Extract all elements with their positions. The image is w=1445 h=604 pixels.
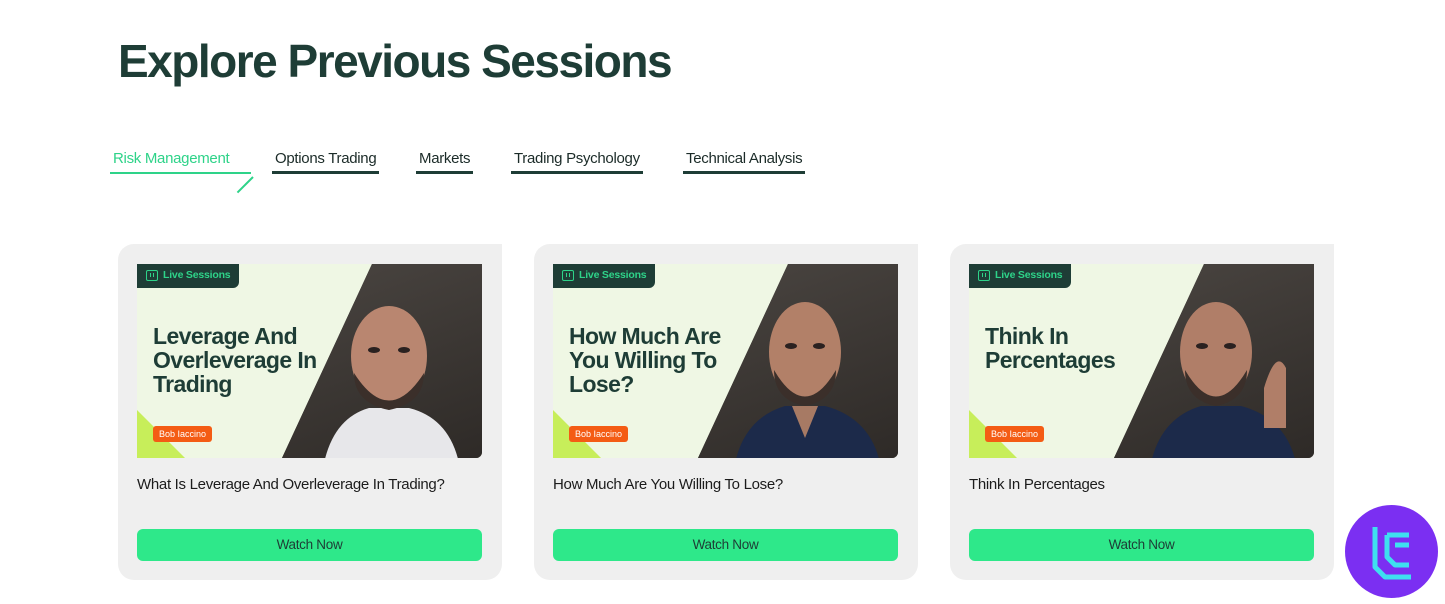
tab-trading-psychology[interactable]: Trading Psychology (511, 148, 643, 174)
tab-options-trading[interactable]: Options Trading (272, 148, 380, 174)
badge-label: Live Sessions (995, 269, 1063, 281)
watch-now-button[interactable]: Watch Now (553, 529, 898, 561)
brand-logo-icon[interactable] (1345, 505, 1438, 598)
tab-label: Options Trading (275, 150, 377, 167)
thumbnail-title: Leverage And Overleverage In Trading (153, 323, 317, 397)
tv-icon (978, 270, 990, 281)
live-sessions-badge: Live Sessions (137, 264, 240, 288)
presenter-tag: Bob Iaccino (153, 426, 213, 442)
tab-active-indicator (237, 176, 255, 194)
tab-technical-analysis[interactable]: Technical Analysis (683, 148, 806, 174)
session-card: Live Sessions How Much Are You Willing T… (534, 244, 918, 580)
session-caption: How Much Are You Willing To Lose? (553, 476, 783, 493)
presenter-tag: Bob Iaccino (985, 426, 1045, 442)
tc-logo-icon (1372, 527, 1411, 580)
thumbnail-title: How Much Are You Willing To Lose? (569, 323, 721, 397)
session-card: Live Sessions Think In Percentages Bob I… (950, 244, 1334, 580)
session-caption: Think In Percentages (969, 476, 1105, 493)
session-thumbnail[interactable]: Live Sessions Think In Percentages Bob I… (969, 264, 1314, 458)
tv-icon (146, 270, 158, 281)
badge-label: Live Sessions (163, 269, 231, 281)
thumbnail-title: Think In Percentages (985, 323, 1116, 373)
presenter-tag: Bob Iaccino (569, 426, 629, 442)
tab-label: Risk Management (113, 150, 230, 167)
tab-label: Technical Analysis (686, 150, 803, 167)
watch-now-button[interactable]: Watch Now (137, 529, 482, 561)
session-caption: What Is Leverage And Overleverage In Tra… (137, 476, 445, 493)
page-title: Explore Previous Sessions (118, 35, 673, 87)
live-sessions-badge: Live Sessions (553, 264, 656, 288)
badge-label: Live Sessions (579, 269, 647, 281)
tab-label: Trading Psychology (514, 150, 640, 167)
session-card: Live Sessions Leverage And Overleverage … (118, 244, 502, 580)
tab-label: Markets (419, 150, 471, 167)
session-thumbnail[interactable]: Live Sessions How Much Are You Willing T… (553, 264, 898, 458)
session-thumbnail[interactable]: Live Sessions Leverage And Overleverage … (137, 264, 482, 458)
tv-icon (562, 270, 574, 281)
tab-risk-management[interactable]: Risk Management (110, 148, 255, 194)
tab-markets[interactable]: Markets (416, 148, 474, 174)
live-sessions-badge: Live Sessions (969, 264, 1072, 288)
watch-now-button[interactable]: Watch Now (969, 529, 1314, 561)
